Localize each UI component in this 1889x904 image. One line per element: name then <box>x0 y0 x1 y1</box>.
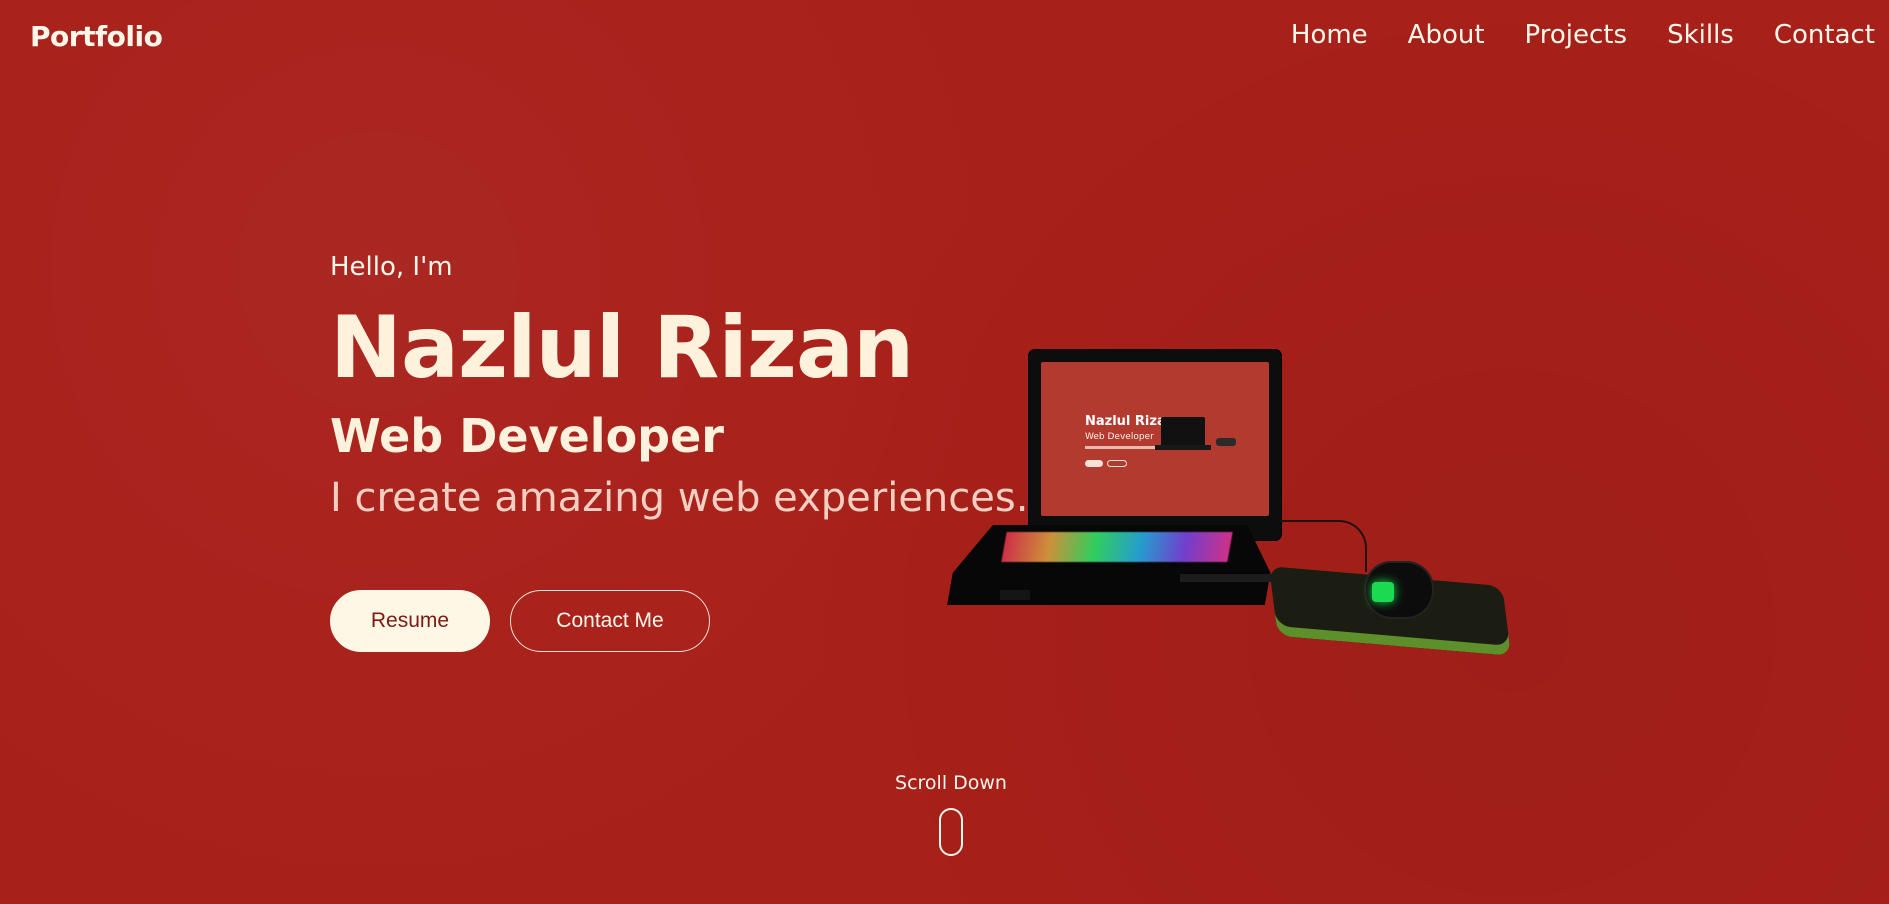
preview-tagline-line <box>1085 446 1155 449</box>
scroll-down-indicator[interactable]: Scroll Down <box>893 772 1009 856</box>
preview-button-2 <box>1107 460 1127 467</box>
rgb-keyboard <box>1001 532 1233 562</box>
preview-mouse <box>1216 438 1236 446</box>
mouse-led-icon <box>1372 582 1394 602</box>
nav-projects[interactable]: Projects <box>1525 20 1628 50</box>
preview-laptop <box>1155 417 1211 450</box>
mouse-cable <box>1280 520 1367 572</box>
scroll-mouse-icon <box>939 808 963 856</box>
preview-role: Web Developer <box>1085 432 1154 442</box>
nav-home[interactable]: Home <box>1291 20 1368 50</box>
contact-me-button[interactable]: Contact Me <box>510 590 710 652</box>
laptop-screen-preview: Nazlul Rizan Web Developer <box>1041 362 1269 516</box>
preview-button-1 <box>1085 460 1103 467</box>
laptop-illustration: Nazlul Rizan Web Developer <box>950 350 1512 670</box>
laptop-screen: Nazlul Rizan Web Developer <box>1029 350 1281 540</box>
touchpad <box>1000 590 1030 600</box>
resume-button[interactable]: Resume <box>330 590 490 652</box>
laptop-ports <box>1180 574 1280 582</box>
nav-about[interactable]: About <box>1408 20 1485 50</box>
navbar: Portfolio Home About Projects Skills Con… <box>0 0 1889 76</box>
hero-actions: Resume Contact Me <box>330 590 710 652</box>
main-menu: Home About Projects Skills Contact <box>1291 20 1875 50</box>
brand-logo[interactable]: Portfolio <box>30 20 163 53</box>
hero-greeting: Hello, I'm <box>330 252 453 282</box>
nav-skills[interactable]: Skills <box>1667 20 1734 50</box>
nav-contact[interactable]: Contact <box>1774 20 1875 50</box>
scroll-down-label: Scroll Down <box>895 772 1007 794</box>
